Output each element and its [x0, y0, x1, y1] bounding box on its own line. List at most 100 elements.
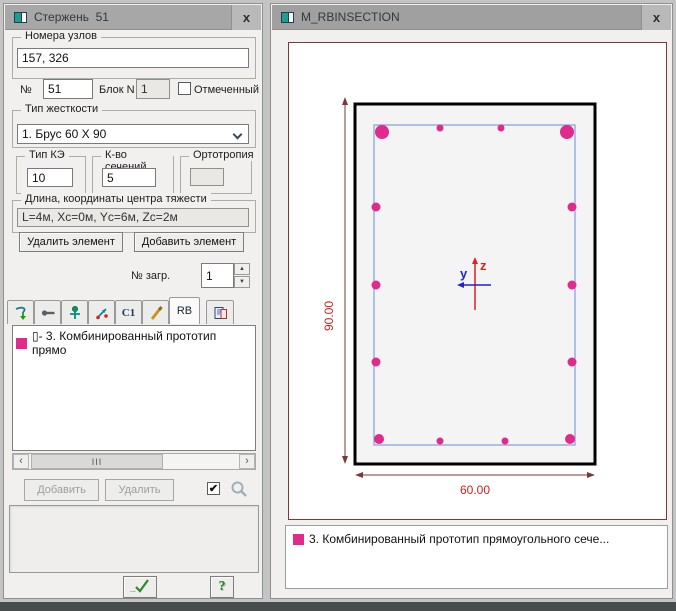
rebar-dot — [372, 358, 381, 367]
svg-text:...: ... — [130, 587, 136, 594]
sections-count-input[interactable] — [102, 168, 156, 187]
question-mark-icon: ? — [219, 579, 226, 594]
tab-design[interactable] — [142, 300, 169, 324]
section-viewer-window: M_RBINSECTION x 90.00 60.00 zy 3. Комбинир… — [270, 3, 673, 599]
rebar-dot — [437, 438, 444, 445]
scroll-right-icon[interactable]: › — [239, 454, 255, 469]
legend-item[interactable]: 3. Комбинированный прототип прямоугольно… — [286, 526, 667, 552]
apply-button[interactable]: ... — [123, 576, 157, 598]
brush-icon — [148, 305, 164, 321]
rebar-dot — [568, 358, 577, 367]
fe-type-input[interactable] — [27, 168, 73, 187]
width-dimension-label: 60.00 — [460, 483, 490, 497]
fe-type-group: Тип КЭ — [16, 156, 86, 194]
tab-c1-label: C1 — [122, 307, 135, 319]
delete-button[interactable]: Удалить — [105, 479, 174, 501]
legend-color-swatch — [293, 534, 304, 545]
close-icon[interactable]: x — [641, 5, 671, 30]
curved-arrow-icon — [13, 305, 29, 321]
stiffness-type-value: 1. Брус 60 X 90 — [22, 127, 106, 141]
stiffness-type-label: Тип жесткости — [21, 103, 102, 115]
scroll-left-icon[interactable]: ‹ — [13, 454, 29, 469]
tab-local-loads[interactable] — [88, 300, 115, 324]
orthotropy-field — [190, 168, 224, 186]
rebar-dot — [498, 125, 505, 132]
close-icon[interactable]: x — [231, 5, 261, 30]
checkmark-icon: ... — [129, 578, 151, 594]
clipboard-icon — [212, 305, 228, 321]
stiffness-type-combobox[interactable]: 1. Брус 60 X 90 — [17, 124, 249, 144]
element-number-label: № — [20, 84, 32, 96]
sections-count-group: К-во сечений — [92, 156, 174, 194]
window-icon — [14, 12, 27, 23]
section-window-title: M_RBINSECTION — [301, 10, 400, 24]
magnifier-icon[interactable] — [230, 480, 248, 501]
add-element-button[interactable]: Добавить элемент — [134, 232, 244, 252]
help-button[interactable]: ? — [210, 576, 234, 598]
prototype-listbox[interactable]: ▯- 3. Комбинированный прототип прямо — [12, 325, 256, 451]
prototype-item-text: ▯- 3. Комбинированный прототип прямо — [32, 329, 252, 357]
scrollbar-thumb[interactable]: III — [31, 454, 163, 469]
tab-c1[interactable]: C1 — [115, 300, 142, 324]
rebar-dot — [437, 125, 444, 132]
spinner-up-button[interactable]: ▲ — [234, 263, 250, 275]
block-number-field — [136, 79, 170, 99]
node-numbers-input[interactable] — [17, 48, 249, 68]
element-number-input[interactable] — [43, 79, 93, 99]
window-icon — [281, 12, 294, 23]
hinge-icon — [40, 305, 56, 321]
axis-z-label: z — [480, 258, 487, 273]
info-panel — [9, 505, 259, 573]
length-value-field: L=4м, Xc=0м, Yc=6м, Zc=2м — [17, 208, 249, 227]
tab-initial-displacements[interactable] — [7, 300, 34, 324]
rebar-dot — [372, 203, 381, 212]
orthotropy-label: Ортотропия — [189, 149, 258, 161]
rebar-dot — [374, 434, 384, 444]
stiffness-type-group: Тип жесткости 1. Брус 60 X 90 — [12, 110, 256, 148]
rebar-dot — [372, 281, 381, 290]
block-number-label: Блок N — [99, 84, 135, 96]
node-numbers-group: Номера узлов — [12, 37, 256, 79]
orthotropy-group: Ортотропия — [180, 156, 252, 194]
rebar-dot — [568, 203, 577, 212]
horizontal-scrollbar[interactable]: ‹ III › — [12, 453, 256, 470]
add-button[interactable]: Добавить — [24, 479, 99, 501]
chevron-down-icon[interactable] — [233, 130, 243, 140]
support-node-icon — [67, 305, 83, 321]
rebar-dot — [375, 125, 389, 139]
fe-type-label: Тип КЭ — [25, 149, 69, 161]
load-number-input[interactable] — [201, 263, 234, 288]
mode-tabstrip: C1 RB — [4, 296, 264, 324]
app-statusbar-strip — [0, 602, 676, 611]
length-group: Длина, координаты центра тяжести L=4м, X… — [12, 200, 256, 233]
tab-hinges[interactable] — [34, 300, 61, 324]
section-legend: 3. Комбинированный прототип прямоугольно… — [285, 525, 668, 589]
tab-supports[interactable] — [61, 300, 88, 324]
tab-rb-label: RB — [177, 305, 192, 317]
height-dimension-label: 90.00 — [322, 301, 336, 331]
list-item[interactable]: ▯- 3. Комбинированный прототип прямо — [13, 326, 255, 360]
prototype-color-swatch — [16, 338, 27, 349]
section-drawing-area: 90.00 60.00 zy — [288, 42, 667, 520]
rebar-dot — [560, 125, 574, 139]
tab-copy[interactable] — [206, 300, 234, 324]
bar-window-title: Стержень 51 — [34, 10, 109, 24]
legend-item-text: 3. Комбинированный прототип прямоугольно… — [309, 532, 609, 546]
marked-label: Отмеченный — [194, 84, 259, 96]
spinner-down-button[interactable]: ▼ — [234, 276, 250, 288]
rebar-dot — [502, 438, 509, 445]
node-numbers-label: Номера узлов — [21, 30, 101, 42]
search-checkbox[interactable]: ✔ — [207, 482, 220, 495]
marked-checkbox[interactable] — [178, 82, 191, 95]
tab-rb[interactable]: RB — [169, 297, 200, 324]
bar-properties-window: Стержень 51 x Номера узлов № Блок N Отме… — [3, 3, 263, 599]
load-number-label: № загр. — [131, 270, 170, 282]
section-window-titlebar[interactable]: M_RBINSECTION x — [272, 5, 671, 30]
delete-element-button[interactable]: Удалить элемент — [19, 232, 123, 252]
bar-window-titlebar[interactable]: Стержень 51 x — [5, 5, 261, 30]
rebar-dot — [565, 434, 575, 444]
section-canvas: 90.00 60.00 zy — [289, 43, 666, 519]
rebar-dot — [568, 281, 577, 290]
length-label: Длина, координаты центра тяжести — [21, 193, 211, 205]
axis-y-label: y — [460, 266, 468, 281]
